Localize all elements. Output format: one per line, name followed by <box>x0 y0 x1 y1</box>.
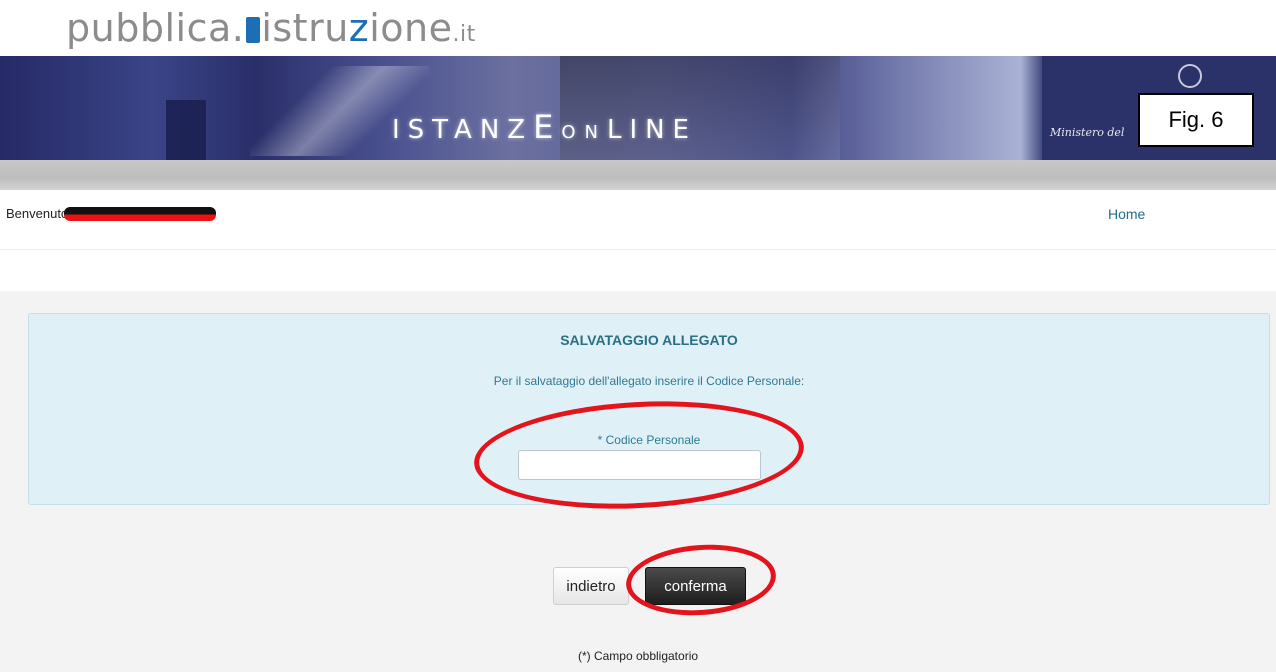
welcome-text: Benvenuto, <box>6 206 72 221</box>
main-content: SALVATAGGIO ALLEGATO Per il salvataggio … <box>0 291 1276 672</box>
banner-title-part: E <box>533 108 562 146</box>
banner-title-part: ISTANZ <box>392 115 534 145</box>
header-banner: Ministero del ISTANZEONLINE <box>0 56 1276 160</box>
banner-title: ISTANZEONLINE <box>392 108 697 146</box>
ministry-text: Ministero del <box>1050 126 1125 139</box>
logo-text-3: z <box>348 6 370 50</box>
banner-title-part: LINE <box>606 115 697 145</box>
header-divider <box>0 160 1276 190</box>
form-panel: SALVATAGGIO ALLEGATO Per il salvataggio … <box>28 313 1270 505</box>
logo-tld: .it <box>452 22 476 47</box>
back-button[interactable]: indietro <box>553 567 629 605</box>
figure-label: Fig. 6 <box>1138 93 1254 147</box>
logo-square-icon <box>246 17 261 43</box>
logo-text-2: istru <box>261 6 349 50</box>
site-logo[interactable]: pubblica. istruzione.it <box>66 6 476 57</box>
panel-title: SALVATAGGIO ALLEGATO <box>560 332 738 348</box>
codice-personale-label: * Codice Personale <box>597 433 701 447</box>
home-link[interactable]: Home <box>1108 206 1145 222</box>
banner-decoration <box>166 100 206 160</box>
confirm-button[interactable]: conferma <box>645 567 746 605</box>
codice-personale-input[interactable] <box>518 450 761 480</box>
required-field-note: (*) Campo obbligatorio <box>577 649 699 663</box>
banner-title-part: ON <box>561 122 607 143</box>
panel-instruction: Per il salvataggio dell'allegato inserir… <box>493 374 805 388</box>
ministry-emblem-icon <box>1178 64 1202 88</box>
redacted-username <box>64 207 216 221</box>
welcome-bar: Benvenuto, Home <box>0 190 1276 250</box>
logo-text-1: pubblica. <box>66 6 245 50</box>
logo-text-4: ione <box>369 6 453 50</box>
spacer <box>0 251 1276 291</box>
brand-row: pubblica. istruzione.it <box>0 0 1276 56</box>
